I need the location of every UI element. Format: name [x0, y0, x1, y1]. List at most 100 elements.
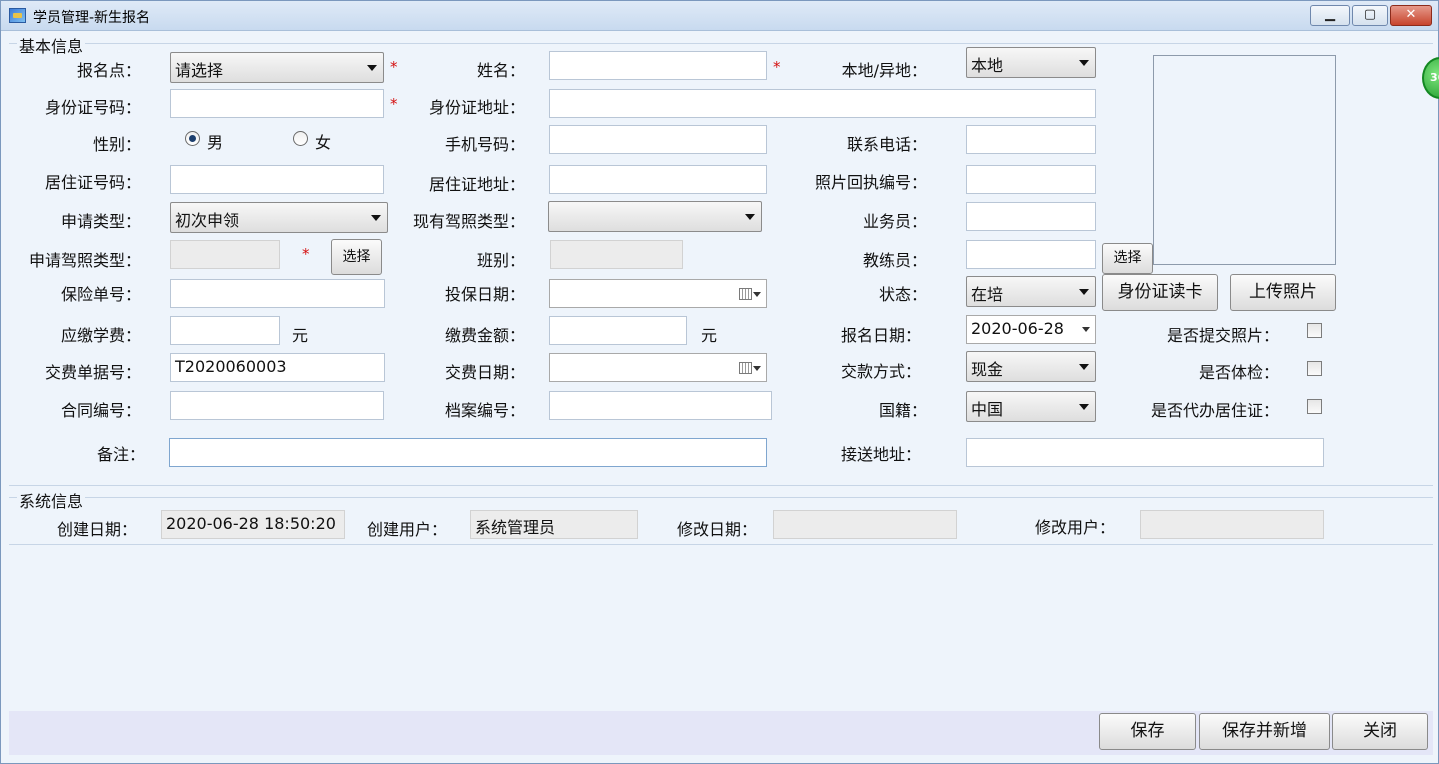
- class-input[interactable]: [550, 240, 683, 269]
- id-number-input[interactable]: [170, 89, 384, 118]
- gender-male-label: 男: [207, 133, 224, 152]
- required-mark: *: [390, 95, 398, 113]
- name-input[interactable]: [549, 51, 767, 80]
- residence-number-input[interactable]: [170, 165, 384, 194]
- id-card-read-button[interactable]: 身份证读卡: [1102, 274, 1218, 311]
- chevron-down-icon: [753, 292, 761, 297]
- chevron-down-icon: [1079, 364, 1089, 370]
- close-window-button[interactable]: ✕: [1390, 5, 1432, 26]
- paid-amount-input[interactable]: [549, 316, 687, 345]
- system-group-border: [9, 497, 1433, 498]
- mobile-input[interactable]: [549, 125, 767, 154]
- apply-type-select[interactable]: 初次申领: [170, 202, 388, 233]
- pay-method-select[interactable]: 现金: [966, 351, 1096, 382]
- created-date-label: 创建日期：: [56, 520, 137, 539]
- chevron-down-icon: [1082, 327, 1090, 332]
- required-mark: *: [773, 58, 781, 76]
- residence-address-input[interactable]: [549, 165, 767, 194]
- coach-input[interactable]: [966, 240, 1096, 269]
- basic-group-border: [9, 43, 1433, 44]
- signup-date-picker[interactable]: 2020-06-28: [966, 315, 1096, 344]
- name-label: 姓名：: [476, 61, 525, 80]
- salesman-input[interactable]: [966, 202, 1096, 231]
- basic-group-caption: 基本信息: [17, 33, 86, 57]
- insurance-number-input[interactable]: [170, 279, 385, 308]
- signup-point-select[interactable]: 请选择: [170, 52, 384, 83]
- coach-select-button[interactable]: 选择: [1102, 243, 1153, 274]
- created-user-field: 系统管理员: [470, 510, 638, 539]
- status-value: 在培: [971, 285, 1004, 304]
- paid-amount-label: 缴费金额：: [444, 326, 525, 345]
- contact-phone-label: 联系电话：: [846, 135, 927, 154]
- gender-female-radio[interactable]: [293, 131, 308, 146]
- contact-phone-input[interactable]: [966, 125, 1096, 154]
- id-number-label: 身份证号码：: [44, 98, 141, 117]
- license-select-button[interactable]: 选择: [331, 239, 382, 275]
- modified-user-field: [1140, 510, 1324, 539]
- chevron-down-icon: [1079, 289, 1089, 295]
- modified-date-label: 修改日期：: [676, 520, 757, 539]
- current-license-label: 现有驾照类型：: [412, 212, 525, 231]
- signup-date-label: 报名日期：: [840, 326, 921, 345]
- chevron-down-icon: [1079, 404, 1089, 410]
- pickup-address-input[interactable]: [966, 438, 1324, 467]
- modified-user-label: 修改用户：: [1034, 518, 1115, 537]
- insure-date-label: 投保日期：: [444, 285, 525, 304]
- tuition-input[interactable]: [170, 316, 280, 345]
- nationality-select[interactable]: 中国: [966, 391, 1096, 422]
- floating-badge-icon[interactable]: 36: [1422, 57, 1439, 99]
- save-button[interactable]: 保存: [1099, 713, 1196, 750]
- contract-number-label: 合同编号：: [60, 401, 141, 420]
- contract-number-input[interactable]: [170, 391, 384, 420]
- local-label: 本地/异地：: [841, 61, 927, 80]
- signup-point-label: 报名点：: [76, 61, 141, 80]
- pay-date-picker[interactable]: [549, 353, 767, 382]
- insurance-number-label: 保险单号：: [60, 285, 141, 304]
- chevron-down-icon: [1079, 60, 1089, 66]
- remark-label: 备注：: [96, 445, 145, 464]
- photo-receipt-input[interactable]: [966, 165, 1096, 194]
- photo-submitted-label: 是否提交照片：: [1166, 326, 1279, 345]
- calendar-icon: [739, 362, 752, 374]
- gender-male-radio[interactable]: [185, 131, 200, 146]
- pay-method-value: 现金: [971, 360, 1004, 379]
- upload-photo-button[interactable]: 上传照片: [1230, 274, 1336, 311]
- paid-unit: 元: [701, 326, 718, 345]
- chevron-down-icon: [753, 366, 761, 371]
- calendar-icon: [739, 288, 752, 300]
- id-address-input[interactable]: [549, 89, 1096, 118]
- physical-exam-checkbox[interactable]: [1307, 361, 1322, 376]
- nationality-label: 国籍：: [878, 401, 927, 420]
- status-select[interactable]: 在培: [966, 276, 1096, 307]
- tuition-label: 应缴学费：: [60, 326, 141, 345]
- title-bar: 学员管理-新生报名 ▁ ▢ ✕: [1, 1, 1438, 31]
- salesman-label: 业务员：: [862, 212, 927, 231]
- signup-point-value: 请选择: [175, 61, 224, 80]
- save-and-new-button[interactable]: 保存并新增: [1199, 713, 1330, 750]
- tuition-unit: 元: [292, 326, 309, 345]
- proxy-residence-checkbox[interactable]: [1307, 399, 1322, 414]
- system-group-caption: 系统信息: [17, 488, 86, 512]
- required-mark: *: [390, 58, 398, 76]
- required-mark: *: [302, 245, 310, 263]
- receipt-number-input[interactable]: T2020060003: [170, 353, 385, 382]
- coach-label: 教练员：: [862, 251, 927, 270]
- physical-exam-label: 是否体检：: [1198, 363, 1279, 382]
- insure-date-picker[interactable]: [549, 279, 767, 308]
- remark-input[interactable]: [169, 438, 767, 467]
- current-license-select[interactable]: [548, 201, 762, 232]
- chevron-down-icon: [371, 215, 381, 221]
- system-group-bottom-border: [9, 544, 1433, 545]
- minimize-button[interactable]: ▁: [1310, 5, 1350, 26]
- photo-submitted-checkbox[interactable]: [1307, 323, 1322, 338]
- window-title: 学员管理-新生报名: [33, 10, 151, 26]
- maximize-button[interactable]: ▢: [1352, 5, 1388, 26]
- archive-number-input[interactable]: [549, 391, 772, 420]
- id-address-label: 身份证地址：: [428, 98, 525, 117]
- mobile-label: 手机号码：: [444, 135, 525, 154]
- apply-license-input[interactable]: [170, 240, 280, 269]
- close-button[interactable]: 关闭: [1332, 713, 1428, 750]
- pickup-address-label: 接送地址：: [840, 445, 921, 464]
- local-select[interactable]: 本地: [966, 47, 1096, 78]
- signup-date-value: 2020-06-28: [971, 319, 1064, 338]
